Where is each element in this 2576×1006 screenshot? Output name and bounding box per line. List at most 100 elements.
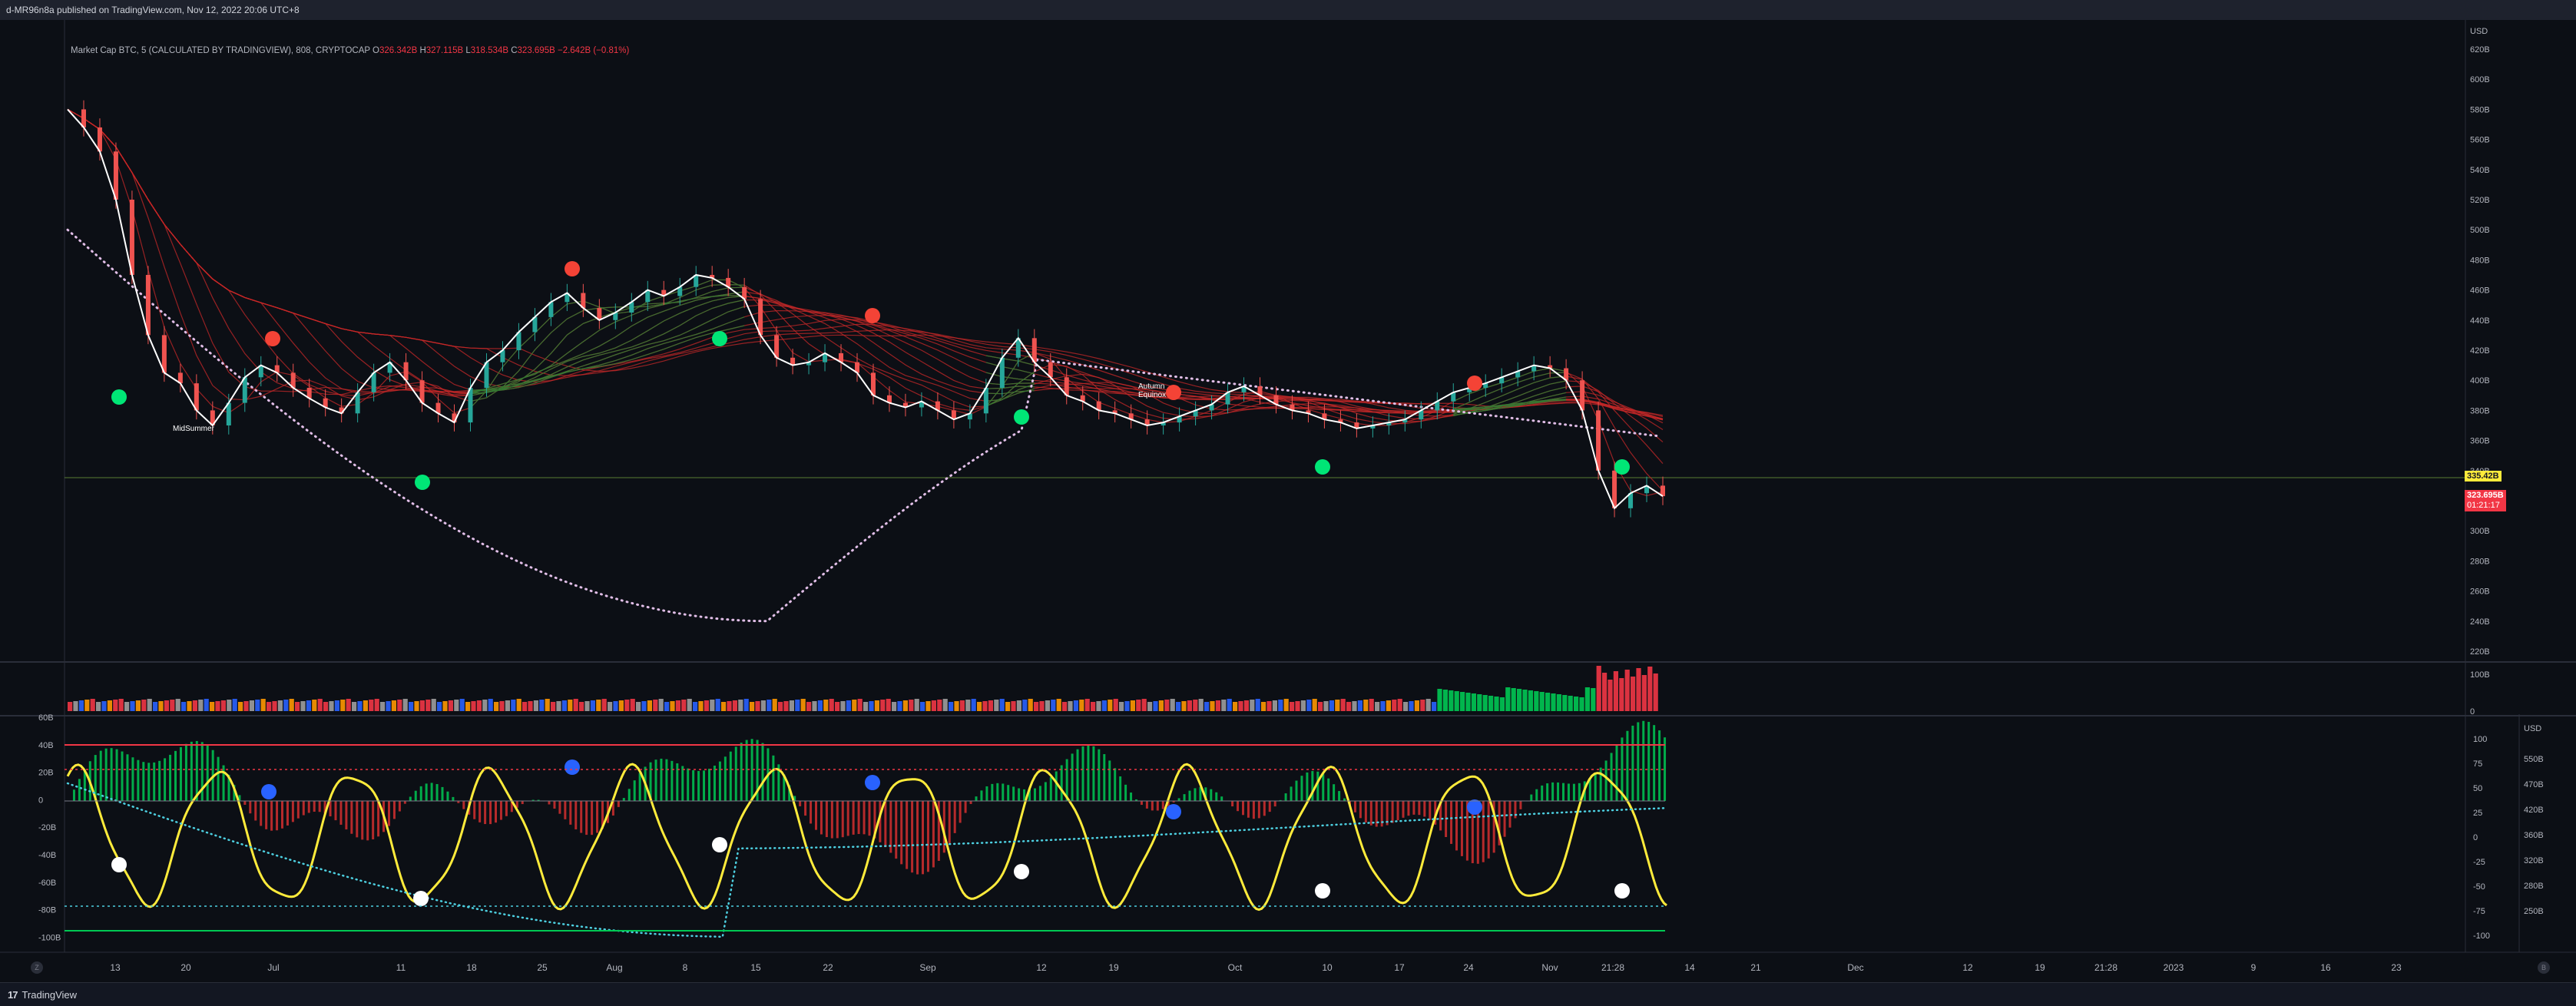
ma-line [68, 109, 1663, 442]
osc-histogram-bar [815, 801, 817, 830]
osc-histogram-bar [585, 801, 588, 835]
time-axis-label: 15 [750, 962, 761, 973]
volume-bar [272, 701, 276, 711]
time-axis-label: 22 [823, 962, 833, 973]
volume-bar [1256, 699, 1260, 711]
osc-histogram-bar [1402, 801, 1405, 818]
volume-bar [972, 699, 976, 711]
volume-bar [846, 700, 851, 711]
osc-histogram-bar [1247, 801, 1250, 818]
osc-histogram-bar [1184, 794, 1186, 801]
osc-histogram-bar [1322, 774, 1324, 801]
volume-bar [1131, 700, 1135, 711]
volume-bar [1022, 700, 1027, 711]
volume-bar [1136, 700, 1141, 711]
time-axis-label: 9 [2251, 962, 2256, 973]
price-axis-tick: 520B [2470, 196, 2490, 205]
ma-line [68, 109, 1663, 463]
osc-histogram-bar [207, 745, 209, 801]
osc-histogram-bar [217, 757, 220, 801]
osc-histogram-bar [105, 749, 108, 801]
osc-right-axis-tick: -100 [2473, 932, 2490, 941]
osc-histogram-bar [350, 801, 353, 834]
osc-histogram-bar [1637, 722, 1639, 801]
osc-histogram-bar [500, 801, 502, 820]
ma-line-bullish [986, 383, 1035, 385]
volume-bar [1244, 700, 1249, 711]
volume-bar [482, 700, 487, 711]
volume-bar [1238, 701, 1243, 711]
volume-bar [477, 700, 482, 711]
ma-line-bullish [986, 362, 1035, 374]
osc-histogram-bar [730, 752, 732, 801]
osc-right-axis-tick: 25 [2473, 809, 2482, 818]
volume-bar [1221, 700, 1226, 711]
tradingview-brand[interactable]: 17 TradingView [8, 989, 77, 1001]
osc-histogram-bar [911, 801, 913, 872]
osc-histogram-bar [1092, 746, 1094, 801]
osc-histogram-bar [1082, 746, 1084, 801]
osc-left-axis-tick: 60B [38, 713, 54, 723]
volume-bar [255, 700, 260, 711]
osc-histogram-bar [1253, 801, 1255, 819]
volume-bar [1494, 697, 1498, 711]
legend-low: 318.534B [471, 46, 508, 55]
time-axis-label: 19 [1108, 962, 1119, 973]
volume-bar [210, 702, 214, 711]
volume-bar [932, 700, 936, 711]
scroll-right-button[interactable]: B [2538, 961, 2550, 974]
volume-bar [1460, 692, 1465, 711]
volume-bar [659, 699, 664, 711]
volume-bar [1483, 695, 1488, 711]
volume-bar [915, 699, 919, 711]
symbol-legend[interactable]: Market Cap BTC, 5 (CALCULATED BY TRADING… [71, 46, 629, 55]
osc-histogram-bar [922, 801, 924, 874]
price-axis-tick: 220B [2470, 647, 2490, 657]
legend-high: 327.115B [426, 46, 463, 55]
buy-signal-dot [712, 331, 727, 346]
volume-bar [1437, 689, 1442, 711]
chart-area[interactable]: MidSummerAutumnEquinox 620B600B580B560B5… [0, 20, 2576, 982]
countdown: 01:21:17 [2467, 501, 2504, 511]
chart-canvas[interactable]: MidSummerAutumnEquinox 620B600B580B560B5… [0, 20, 2576, 982]
osc-histogram-bar [1258, 801, 1260, 818]
osc-histogram-bar [869, 801, 871, 836]
osc-histogram-bar [820, 801, 823, 834]
volume-bar [1062, 702, 1067, 711]
osc-histogram-bar [446, 792, 449, 801]
volume-bar [1039, 701, 1044, 711]
volume-bar [920, 702, 925, 711]
osc-histogram-bar [949, 801, 951, 843]
volume-bar [1540, 692, 1545, 711]
osc-right-axis-tick: 0 [2473, 833, 2478, 842]
time-axis-label: 16 [2320, 962, 2331, 973]
osc-histogram-bar [1418, 801, 1420, 815]
volume-bar [852, 700, 856, 711]
osc-histogram-bar [965, 801, 967, 813]
osc-histogram-bar [319, 801, 321, 812]
osc-histogram-bar [740, 743, 743, 801]
osc-histogram-bar [452, 797, 454, 801]
volume-bar [409, 702, 413, 711]
volume-bar [517, 699, 521, 711]
osc-histogram-bar [1210, 789, 1212, 801]
osc-histogram-bar [714, 766, 716, 801]
osc-histogram-bar [1578, 783, 1581, 801]
osc-histogram-bar [1541, 786, 1543, 801]
scroll-left-button[interactable]: Z [31, 961, 43, 974]
ma-line [68, 109, 1663, 429]
volume-bar [591, 700, 595, 711]
osc-histogram-bar [180, 747, 182, 801]
ma-line [68, 109, 1663, 419]
osc-histogram-bar [415, 791, 417, 801]
osc-histogram-bar [73, 789, 75, 801]
volume-bar [312, 700, 316, 711]
bottom-bar: 17 TradingView [0, 982, 2576, 1006]
osc-histogram-bar [366, 801, 369, 840]
time-axis-label: Jul [267, 962, 279, 973]
volume-bar [903, 700, 908, 711]
osc-histogram-bar [1568, 783, 1570, 801]
volume-bar [693, 702, 697, 711]
volume-bar [403, 699, 408, 711]
volume-bar [806, 702, 811, 711]
